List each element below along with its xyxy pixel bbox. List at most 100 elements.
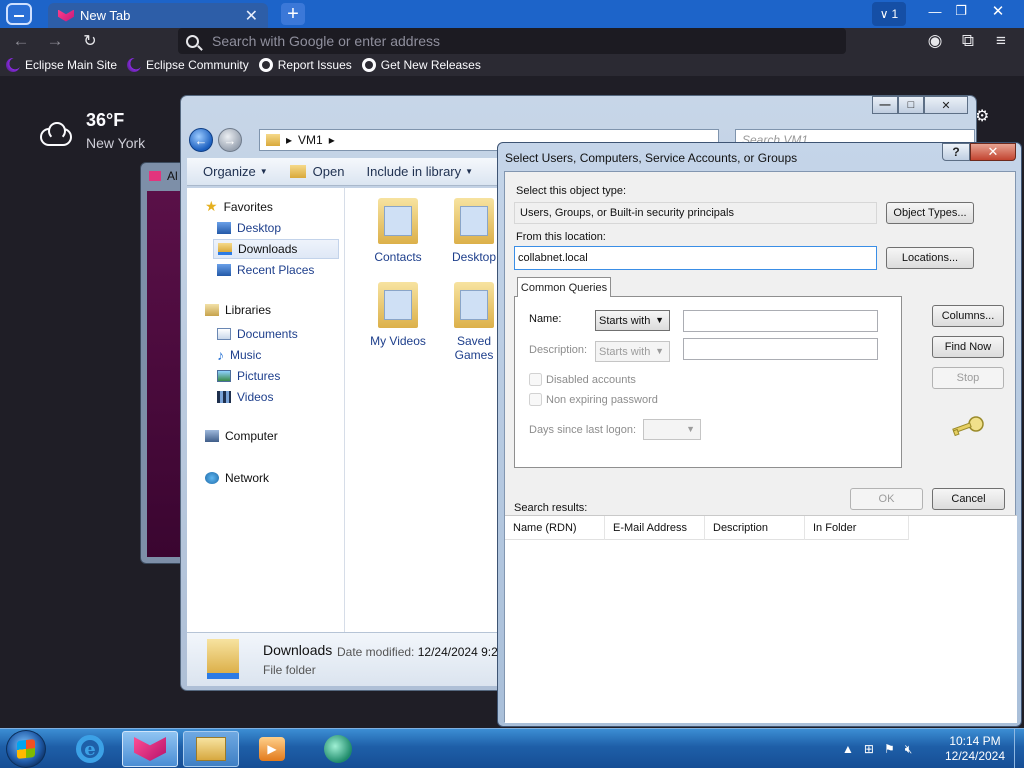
checkbox[interactable] <box>529 373 542 386</box>
explorer-close-button[interactable]: ✕ <box>924 96 968 114</box>
nav-videos[interactable]: Videos <box>217 387 273 407</box>
system-tray: ▲ ⊞ ⚑ 🔇︎ <box>842 729 912 768</box>
location-field[interactable] <box>514 246 877 270</box>
eclipse-logo-icon <box>127 58 142 72</box>
bookmark-get-new-releases[interactable]: Get New Releases <box>361 58 481 72</box>
taskbar-browser[interactable] <box>122 731 178 767</box>
help-button[interactable]: ? <box>942 143 970 161</box>
cancel-button[interactable]: Cancel <box>932 488 1005 510</box>
open-button[interactable]: Open <box>289 164 344 179</box>
forward-arrow-icon[interactable]: → <box>44 30 66 52</box>
locations-button[interactable]: Locations... <box>886 247 974 269</box>
explorer-maximize-button[interactable]: □ <box>898 96 924 114</box>
description-match-select[interactable]: Starts with ▼ <box>595 341 670 362</box>
taskbar-windows-explorer[interactable] <box>183 731 239 767</box>
show-hidden-icons-icon[interactable]: ▲ <box>842 742 854 756</box>
dropdown-arrow-icon: ▼ <box>259 167 268 176</box>
name-label: Name: <box>529 313 562 325</box>
network-status-icon[interactable]: ⊞ <box>864 742 874 756</box>
window-restore-button[interactable]: ❐ <box>944 0 978 22</box>
column-header-name[interactable]: Name (RDN) <box>505 516 605 540</box>
object-types-button[interactable]: Object Types... <box>886 202 974 224</box>
nav-pictures[interactable]: Pictures <box>217 366 280 386</box>
search-results-label: Search results: <box>514 502 588 514</box>
file-item-contacts[interactable]: Contacts <box>363 198 433 264</box>
bookmarks-bar: Eclipse Main Site Eclipse Community Repo… <box>0 54 1024 76</box>
extensions-icon[interactable]: ⧉ <box>957 30 979 52</box>
account-icon[interactable]: ◉ <box>924 30 946 52</box>
name-match-select[interactable]: Starts with ▼ <box>595 310 670 331</box>
back-arrow-icon[interactable]: ← <box>189 128 213 152</box>
include-in-library-button[interactable]: Include in library ▼ <box>366 164 473 179</box>
tab-common-queries[interactable]: Common Queries <box>517 277 611 297</box>
gear-icon[interactable]: ⚙ <box>975 106 989 126</box>
nav-downloads[interactable]: Downloads <box>213 239 339 259</box>
tab-new-tab[interactable]: New Tab ✕ <box>48 3 268 28</box>
non-expiring-password-checkbox[interactable]: Non expiring password <box>529 393 658 406</box>
find-now-button[interactable]: Find Now <box>932 336 1004 358</box>
documents-icon <box>217 328 231 340</box>
days-since-logon-select[interactable]: ▼ <box>643 419 701 440</box>
description-query-input[interactable] <box>683 338 878 360</box>
nav-desktop[interactable]: Desktop <box>217 218 281 238</box>
app-icon <box>149 171 161 181</box>
file-item-my-videos[interactable]: My Videos <box>363 282 433 348</box>
taskbar-clock[interactable]: 10:14 PM 12/24/2024 <box>940 734 1010 764</box>
ok-button[interactable]: OK <box>850 488 923 510</box>
column-header-email[interactable]: E-Mail Address <box>605 516 705 540</box>
nav-computer[interactable]: Computer <box>205 429 278 443</box>
bookmark-eclipse-community[interactable]: Eclipse Community <box>127 58 249 72</box>
dropdown-arrow-icon: ▼ <box>686 424 695 434</box>
search-results-table[interactable]: Name (RDN) E-Mail Address Description In… <box>505 515 1017 723</box>
nav-music[interactable]: ♪ Music <box>217 345 261 365</box>
results-header-row: Name (RDN) E-Mail Address Description In… <box>505 516 909 540</box>
tab-overview-icon[interactable] <box>6 3 32 25</box>
taskbar-media-player[interactable]: ▶ <box>244 731 300 767</box>
dropdown-arrow-icon: ▼ <box>655 346 664 356</box>
explorer-folder-icon <box>196 737 226 761</box>
explorer-minimize-button[interactable]: — <box>872 96 898 114</box>
tab-list-button[interactable]: ∨ 1 <box>872 2 906 26</box>
start-button[interactable] <box>6 730 46 768</box>
nav-recent-places[interactable]: Recent Places <box>217 260 314 280</box>
tab-strip: New Tab ✕ + ∨ 1 — ❐ ✕ <box>0 0 1024 28</box>
cloud-icon <box>40 122 72 146</box>
reload-icon[interactable]: ↻ <box>79 30 101 52</box>
show-desktop-button[interactable] <box>1014 729 1024 768</box>
chevron-down-icon: ∨ <box>879 7 889 21</box>
url-bar[interactable] <box>178 28 846 54</box>
search-key-icon <box>952 416 984 437</box>
breadcrumb-vm1[interactable]: VM1 <box>298 133 323 147</box>
nav-network[interactable]: Network <box>205 471 269 485</box>
name-query-input[interactable] <box>683 310 878 332</box>
checkbox[interactable] <box>529 393 542 406</box>
location-label: From this location: <box>516 231 606 243</box>
network-icon <box>205 472 219 484</box>
url-input[interactable] <box>212 33 812 49</box>
nav-libraries[interactable]: Libraries <box>205 303 271 317</box>
disabled-accounts-checkbox[interactable]: Disabled accounts <box>529 373 636 386</box>
volume-muted-icon[interactable]: 🔇︎ <box>905 742 913 757</box>
nav-favorites[interactable]: ★ Favorites <box>205 198 273 215</box>
bookmark-label: Eclipse Community <box>146 58 249 72</box>
bookmark-eclipse-main-site[interactable]: Eclipse Main Site <box>6 58 117 72</box>
hamburger-menu-icon[interactable]: ≡ <box>990 30 1012 52</box>
columns-button[interactable]: Columns... <box>932 305 1004 327</box>
tab-close-icon[interactable]: ✕ <box>245 6 258 26</box>
column-header-in-folder[interactable]: In Folder <box>805 516 909 540</box>
action-center-flag-icon[interactable]: ⚑ <box>884 742 895 756</box>
nav-documents[interactable]: Documents <box>217 324 298 344</box>
organize-button[interactable]: Organize ▼ <box>203 164 268 179</box>
new-tab-button[interactable]: + <box>281 3 305 25</box>
dialog-close-button[interactable]: ✕ <box>970 143 1016 161</box>
forward-arrow-icon[interactable]: → <box>218 128 242 152</box>
column-header-description[interactable]: Description <box>705 516 805 540</box>
desktop-icon <box>217 222 231 234</box>
taskbar-app[interactable] <box>310 731 366 767</box>
taskbar-internet-explorer[interactable]: e <box>62 731 118 767</box>
stop-button[interactable]: Stop <box>932 367 1004 389</box>
window-close-button[interactable]: ✕ <box>976 0 1020 22</box>
bookmark-report-issues[interactable]: Report Issues <box>258 58 352 72</box>
back-arrow-icon[interactable]: ← <box>10 30 32 52</box>
weather-widget[interactable]: 36°F New York <box>40 110 145 151</box>
